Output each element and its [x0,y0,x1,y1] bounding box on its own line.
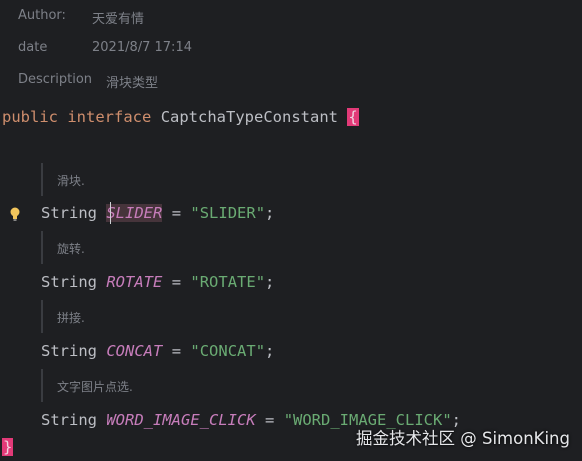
field-line-concat[interactable]: String CONCAT = "CONCAT"; [41,340,274,362]
field-value: "SLIDER" [190,204,266,222]
field-javadoc-concat: 拼接. [41,300,582,333]
closing-brace-line: } [2,436,14,458]
field-line-slider[interactable]: String SLIDER = "SLIDER"; [41,202,274,224]
type-string: String [41,411,97,429]
equals-sign: = [171,204,182,222]
semicolon: ; [265,342,275,360]
field-name[interactable]: ROTATE [106,273,162,291]
equals-sign: = [171,342,182,360]
field-name[interactable]: CONCAT [106,342,162,360]
field-doc-text: 拼接. [57,311,85,325]
description-value: 滑块类型 [106,76,159,91]
field-value: "ROTATE" [190,273,266,291]
field-doc-text: 文字图片点选. [57,380,133,394]
semicolon: ; [265,204,275,222]
code-editor[interactable]: Author: 天爱有情 date 2021/8/7 17:14 Descrip… [0,0,582,461]
type-string: String [41,204,97,222]
open-brace: { [347,108,359,126]
description-label: Description [18,72,93,87]
field-javadoc-rotate: 旋转. [41,231,582,264]
text-caret [110,202,111,224]
close-brace: } [2,438,14,456]
field-line-rotate[interactable]: String ROTATE = "ROTATE"; [41,271,274,293]
date-label: date [18,40,48,55]
field-doc-text: 旋转. [57,242,85,256]
equals-sign: = [171,273,182,291]
author-value: 天爱有情 [92,12,145,27]
keyword-interface: interface [67,108,152,126]
watermark: 掘金技术社区 @ SimonKing [355,429,570,448]
field-name[interactable]: WORD_IMAGE_CLICK [106,411,255,429]
field-javadoc-word-image-click: 文字图片点选. [41,369,582,402]
field-name[interactable]: SLIDER [106,204,163,222]
lightbulb-icon[interactable] [10,206,20,221]
class-javadoc: Author: 天爱有情 date 2021/8/7 17:14 Descrip… [0,0,582,92]
date-value: 2021/8/7 17:14 [92,40,192,55]
keyword-public: public [2,108,58,126]
type-string: String [41,273,97,291]
field-javadoc-slider: 滑块. [41,163,582,196]
semicolon: ; [265,273,275,291]
interface-declaration[interactable]: public interface CaptchaTypeConstant { [2,106,359,128]
field-doc-text: 滑块. [57,174,85,188]
class-name[interactable]: CaptchaTypeConstant [161,108,338,126]
equals-sign: = [265,411,275,429]
author-label: Author: [18,8,66,23]
type-string: String [41,342,97,360]
field-value: "CONCAT" [190,342,266,360]
